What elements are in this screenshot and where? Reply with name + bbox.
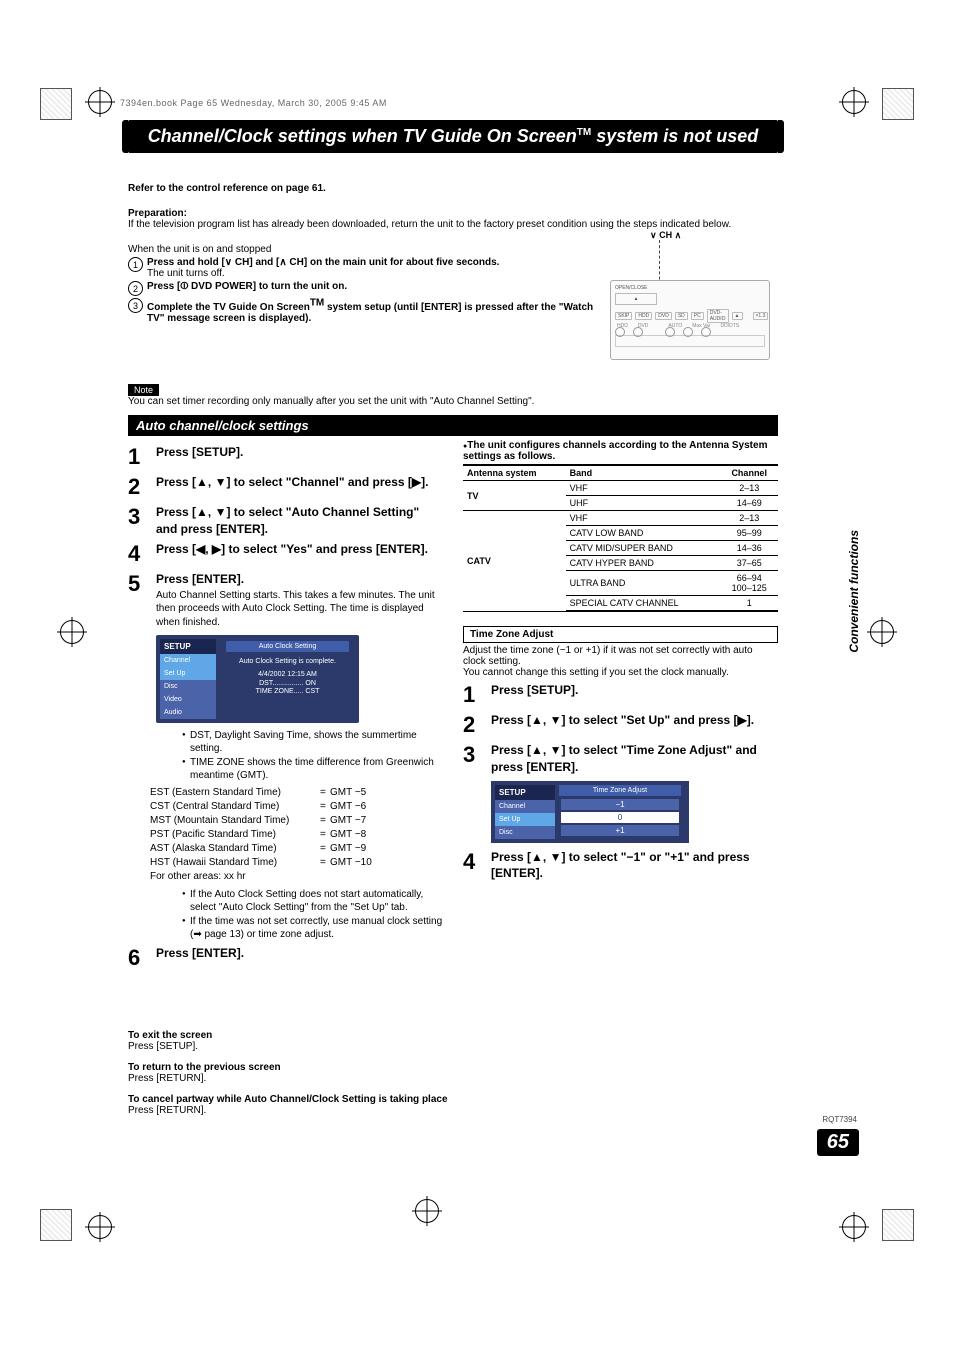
mini-panel-msg: Auto Clock Setting is complete. xyxy=(226,658,349,665)
return-heading: To return to the previous screen xyxy=(128,1062,281,1073)
tza-p1: Adjust the time zone (−1 or +1) if it wa… xyxy=(463,645,778,667)
doc-code: RQT7394 xyxy=(822,1115,857,1124)
left-step-2: Press [▲, ▼] to select "Channel" and pre… xyxy=(156,474,443,500)
register-left xyxy=(60,620,84,644)
register-bl2 xyxy=(88,1215,112,1239)
step-num: 6 xyxy=(128,945,148,971)
tz-row: EST (Eastern Standard Time)=GMT −5 xyxy=(150,786,443,800)
tza-option: +1 xyxy=(561,825,679,836)
step-num: 4 xyxy=(463,849,483,881)
mini-item: Video xyxy=(160,693,216,706)
register-bottom xyxy=(415,1199,439,1223)
tza-panel-title: Time Zone Adjust xyxy=(559,785,681,796)
tza-option: −1 xyxy=(561,799,679,810)
mini-item: Set Up xyxy=(160,667,216,680)
crop-hex-tr xyxy=(882,88,914,120)
note-body: You can set timer recording only manuall… xyxy=(128,396,534,407)
tz-row: AST (Alaska Standard Time)=GMT −9 xyxy=(150,842,443,856)
step-num: 4 xyxy=(128,541,148,567)
section-heading: Auto channel/clock settings xyxy=(128,415,778,436)
band-table: Antenna systemBandChannel TVVHF2–13 UHF1… xyxy=(463,464,778,612)
left-step-5-sub: Auto Channel Setting starts. This takes … xyxy=(156,589,443,630)
tz-row: HST (Hawaii Standard Time)=GMT −10 xyxy=(150,856,443,870)
register-tl xyxy=(88,90,112,114)
prep-heading: Preparation: xyxy=(128,208,187,219)
tz-row: MST (Mountain Standard Time)=GMT −7 xyxy=(150,814,443,828)
tza-item: Channel xyxy=(495,800,555,813)
crop-hex-tl xyxy=(40,88,72,120)
prestep-1: Press and hold [∨ CH] and [∧ CH] on the … xyxy=(147,257,499,268)
bullet-list-b: If the Auto Clock Setting does not start… xyxy=(142,888,443,941)
tza-p2: You cannot change this setting if you se… xyxy=(463,667,778,678)
exit-heading: To exit the screen xyxy=(128,1030,212,1041)
step-num: 2 xyxy=(463,712,483,738)
register-br2 xyxy=(842,1215,866,1239)
cancel-heading: To cancel partway while Auto Channel/Clo… xyxy=(128,1094,448,1105)
right-step-2: Press [▲, ▼] to select "Set Up" and pres… xyxy=(491,712,778,738)
tza-heading: Time Zone Adjust xyxy=(463,626,778,643)
when-line: When the unit is on and stopped xyxy=(128,244,271,255)
left-step-6: Press [ENTER]. xyxy=(156,945,443,971)
tza-item: Set Up xyxy=(495,813,555,826)
tz-row: CST (Central Standard Time)=GMT −6 xyxy=(150,800,443,814)
step-num: 5 xyxy=(128,571,148,630)
mini-item: Channel xyxy=(160,654,216,667)
circled-3-icon: 3 xyxy=(128,298,143,313)
reference-line: Refer to the control reference on page 6… xyxy=(128,183,326,194)
right-step-1: Press [SETUP]. xyxy=(491,682,778,708)
mini-panel-title: Auto Clock Setting xyxy=(226,641,349,652)
register-right xyxy=(870,620,894,644)
tza-item: Disc xyxy=(495,826,555,839)
left-step-4: Press [◀, ▶] to select "Yes" and press [… xyxy=(156,541,443,567)
mini-clock-lines: 4/4/2002 12:15 AMDST................ ONT… xyxy=(226,671,349,696)
right-step-3: Press [▲, ▼] to select "Time Zone Adjust… xyxy=(491,742,778,774)
circled-2-icon: 2 xyxy=(128,281,143,296)
step-num: 2 xyxy=(128,474,148,500)
circled-1-icon: 1 xyxy=(128,257,143,272)
prep-body: If the television program list has alrea… xyxy=(128,219,731,230)
tz-row: For other areas: xx hr xyxy=(150,870,443,884)
page-footer: To exit the screen Press [SETUP]. To ret… xyxy=(128,1030,778,1116)
step-num: 3 xyxy=(128,504,148,536)
tz-row: PST (Pacific Standard Time)=GMT −8 xyxy=(150,828,443,842)
prestep-3: Complete the TV Guide On ScreenTM system… xyxy=(147,302,593,324)
cancel-body: Press [RETURN]. xyxy=(128,1105,206,1116)
print-header: 7394en.book Page 65 Wednesday, March 30,… xyxy=(120,98,387,108)
bullet-list-a: DST, Daylight Saving Time, shows the sum… xyxy=(142,729,443,782)
page-title: Channel/Clock settings when TV Guide On … xyxy=(128,120,778,153)
mini-item: Audio xyxy=(160,706,216,719)
register-tr xyxy=(842,90,866,114)
step-num: 1 xyxy=(128,444,148,470)
left-step-5: Press [ENTER]. Auto Channel Setting star… xyxy=(156,571,443,630)
mini-item: Disc xyxy=(160,680,216,693)
note-tag: Note xyxy=(128,384,159,396)
right-step-4: Press [▲, ▼] to select "−1" or "+1" and … xyxy=(491,849,778,881)
crop-hex-br xyxy=(882,1209,914,1241)
right-intro: The unit configures channels according t… xyxy=(463,440,767,462)
prestep-2: Press [⏼ DVD POWER] to turn the unit on. xyxy=(147,281,347,292)
left-step-1: Press [SETUP]. xyxy=(156,444,443,470)
prestep-1-sub: The unit turns off. xyxy=(147,268,225,279)
mini-setup-title: SETUP xyxy=(160,639,216,654)
return-body: Press [RETURN]. xyxy=(128,1073,206,1084)
exit-body: Press [SETUP]. xyxy=(128,1041,198,1052)
crop-hex-bl xyxy=(40,1209,72,1241)
tza-menu-title: SETUP xyxy=(495,785,555,800)
setup-screenshot: SETUP Channel Set Up Disc Video Audio Au… xyxy=(156,635,359,723)
tza-screenshot: SETUP Channel Set Up Disc Time Zone Adju… xyxy=(491,781,689,843)
side-tab: Convenient functions xyxy=(847,530,861,653)
tza-option-selected: 0 xyxy=(561,812,679,823)
page-number: 65 xyxy=(817,1129,859,1156)
left-step-3: Press [▲, ▼] to select "Auto Channel Set… xyxy=(156,504,443,536)
step-num: 1 xyxy=(463,682,483,708)
step-num: 3 xyxy=(463,742,483,774)
